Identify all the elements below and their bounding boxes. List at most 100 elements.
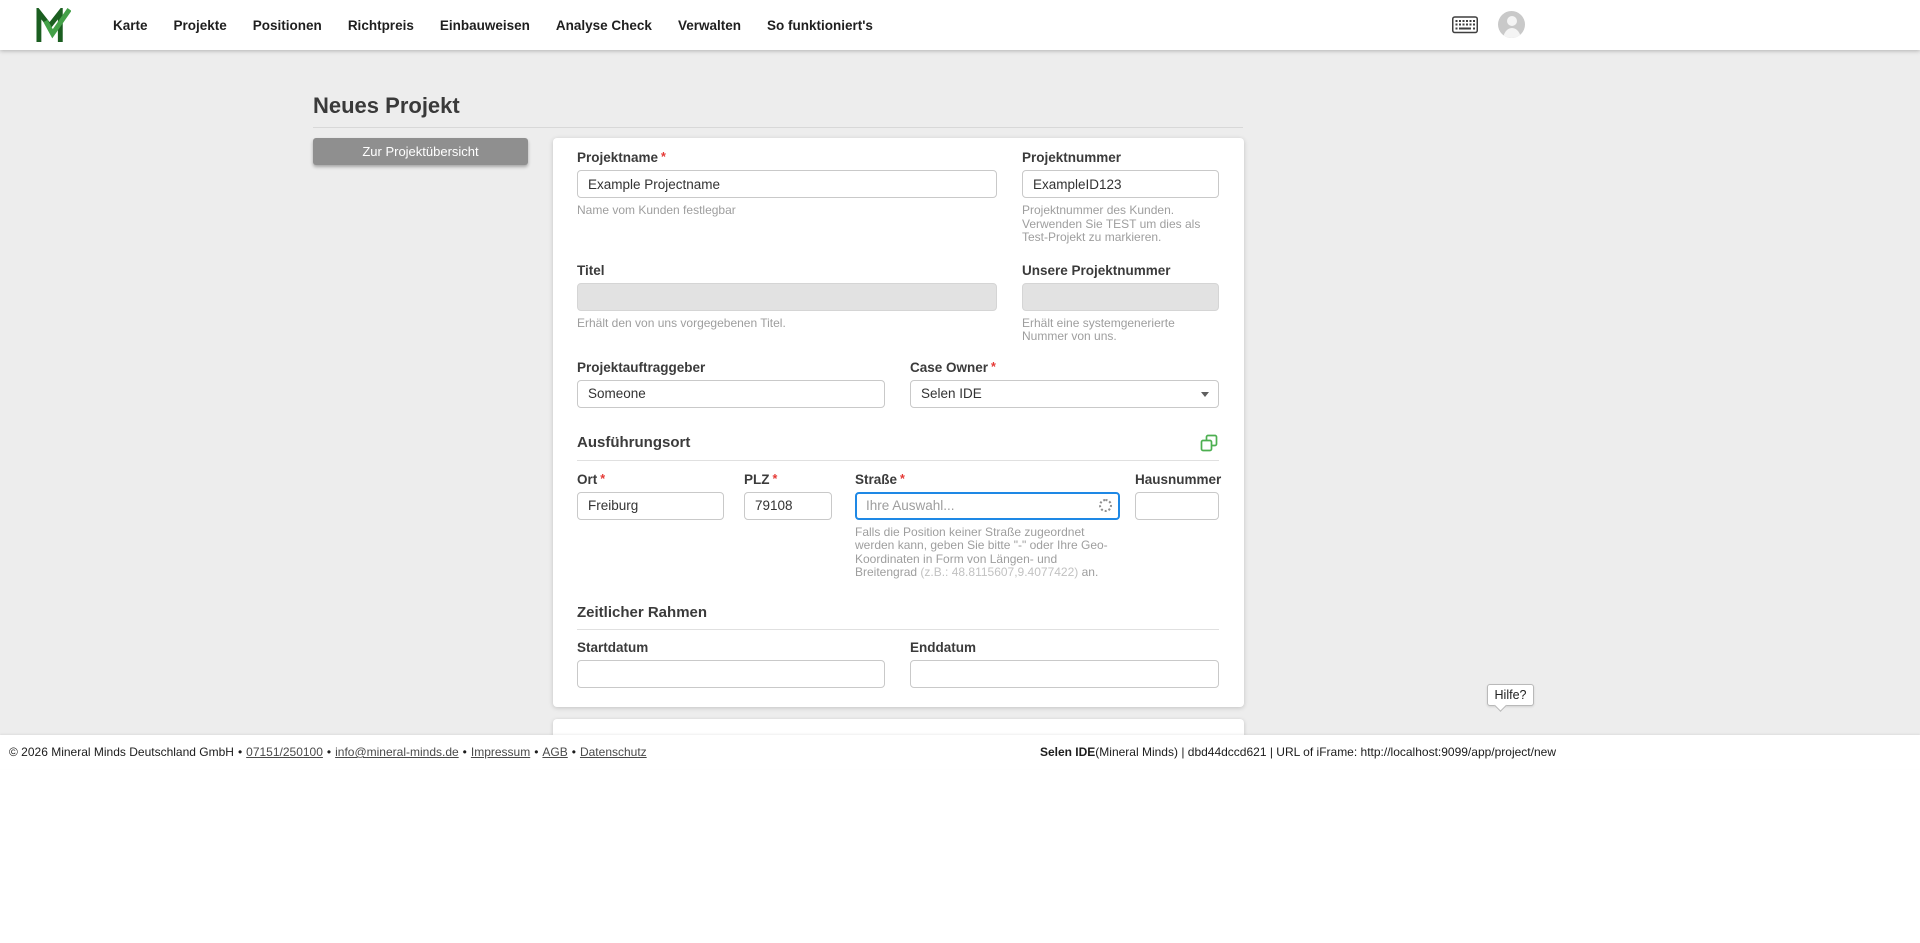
plz-input[interactable] [744,492,832,520]
field-projektname: Projektname* Name vom Kunden festlegbar [577,150,997,245]
nav-item-karte[interactable]: Karte [113,18,148,33]
page-title: Neues Projekt [313,93,460,119]
strasse-input[interactable] [855,492,1120,520]
keyboard-icon[interactable] [1452,16,1478,34]
field-plz: PLZ* [744,472,832,580]
required-asterisk: * [773,472,778,486]
footer-session-info: (Mineral Minds) | dbd44dccd621 | URL of … [1095,745,1556,759]
nav-item-einbauweisen[interactable]: Einbauweisen [440,18,530,33]
required-asterisk: * [900,472,905,486]
field-unsere-projektnummer: Unsere Projektnummer Erhält eine systemg… [1022,263,1219,344]
titel-input [577,283,997,311]
footer-separator: • [463,745,467,759]
footer-link-07151-250100[interactable]: 07151/250100 [246,745,323,759]
field-enddatum: Enddatum [910,640,1219,688]
required-asterisk: * [991,360,996,374]
projektname-input[interactable] [577,170,997,198]
field-ort: Ort* [577,472,724,580]
field-projektauftraggeber: Projektauftraggeber [577,360,885,408]
startdatum-input[interactable] [577,660,885,688]
hausnummer-label: Hausnummer [1135,472,1219,488]
form-row-3: Projektauftraggeber Case Owner* Selen ID… [577,360,1219,408]
strasse-label: Straße [855,472,897,487]
field-strasse: Straße* Falls die Position keiner Straße… [855,472,1120,580]
footer-link-info-mineral-minds-de[interactable]: info@mineral-minds.de [335,745,459,759]
strasse-helper-suffix: an. [1078,565,1098,579]
footer-user: Selen IDE [1040,745,1095,759]
plz-label: PLZ [744,472,770,487]
ort-label: Ort [577,472,597,487]
title-divider [313,127,1243,128]
app-screen: Karte Projekte Positionen Richtpreis Einbauw… [0,0,1920,943]
projektauftraggeber-input[interactable] [577,380,885,408]
required-asterisk: * [661,150,666,164]
form-row-2: Titel Erhält den von uns vorgegebenen Ti… [577,263,1219,344]
nav-item-richtpreis[interactable]: Richtpreis [348,18,414,33]
footer-separator: • [327,745,331,759]
new-project-form-card: Projektname* Name vom Kunden festlegbar … [553,138,1244,707]
ausfuehrungsort-heading: Ausführungsort [577,434,690,452]
content-area: Neues Projekt Zur Projektübersicht Proje… [0,50,1920,735]
nav-item-so-funktioniert-s[interactable]: So funktioniert's [767,18,873,33]
section-divider [577,629,1219,630]
case-owner-select[interactable]: Selen IDE [910,380,1219,408]
nav-item-verwalten[interactable]: Verwalten [678,18,741,33]
zeitlicher-rahmen-heading: Zeitlicher Rahmen [577,604,707,622]
nav-item-analyse-check[interactable]: Analyse Check [556,18,652,33]
projektnummer-input[interactable] [1022,170,1219,198]
strasse-helper-example: (z.B.: 48.8115607,9.4077422) [920,565,1078,579]
footer-link-impressum[interactable]: Impressum [471,745,530,759]
hausnummer-input[interactable] [1135,492,1219,520]
avatar-head [1507,16,1517,26]
projektnummer-helper: Projektnummer des Kunden. Verwenden Sie … [1022,204,1219,245]
footer-bar: © 2026 Mineral Minds Deutschland GmbH • 07… [0,735,1920,769]
strasse-helper: Falls die Position keiner Straße zugeord… [855,526,1120,580]
mineral-minds-logo-icon[interactable] [36,8,71,42]
copy-address-icon[interactable] [1199,433,1219,453]
projektname-label: Projektname [577,150,658,165]
case-owner-label: Case Owner [910,360,988,375]
form-row-5: Startdatum Enddatum [577,640,1219,688]
loading-spinner-icon [1099,499,1112,512]
strasse-input-wrap [855,492,1120,520]
back-to-project-overview-button[interactable]: Zur Projektübersicht [313,138,528,165]
ort-input[interactable] [577,492,724,520]
chevron-down-icon [1201,392,1209,397]
titel-label: Titel [577,263,997,279]
field-hausnummer: Hausnummer [1135,472,1219,580]
footer-copyright: © 2026 Mineral Minds Deutschland GmbH [9,745,234,759]
field-projektnummer: Projektnummer Projektnummer des Kunden. … [1022,150,1219,245]
case-owner-selected-value: Selen IDE [921,386,982,401]
unsere-projektnummer-input [1022,283,1219,311]
enddatum-label: Enddatum [910,640,1219,656]
titel-helper: Erhält den von uns vorgegebenen Titel. [577,317,997,331]
nav-item-positionen[interactable]: Positionen [253,18,322,33]
projektname-helper: Name vom Kunden festlegbar [577,204,997,218]
section-header-ausfuehrungsort: Ausführungsort [577,433,1219,453]
footer-link-datenschutz[interactable]: Datenschutz [580,745,647,759]
field-case-owner: Case Owner* Selen IDE [910,360,1219,408]
enddatum-input[interactable] [910,660,1219,688]
form-row-1: Projektname* Name vom Kunden festlegbar … [577,150,1219,245]
unsere-projektnummer-helper: Erhält eine systemgenerierte Nummer von … [1022,317,1219,344]
unsere-projektnummer-label: Unsere Projektnummer [1022,263,1219,279]
startdatum-label: Startdatum [577,640,885,656]
section-divider [577,460,1219,461]
avatar-torso [1503,28,1521,38]
footer-link-agb[interactable]: AGB [542,745,567,759]
nav-links: Karte Projekte Positionen Richtpreis Einbauw… [113,0,873,50]
user-avatar-icon[interactable] [1498,11,1525,38]
nav-item-projekte[interactable]: Projekte [174,18,227,33]
form-row-4: Ort* PLZ* Straße* Falls die Position kei… [577,472,1219,580]
footer-separator: • [572,745,576,759]
field-startdatum: Startdatum [577,640,885,688]
footer-separator: • [534,745,538,759]
section-header-zeitlicher-rahmen: Zeitlicher Rahmen [577,604,1219,622]
projektnummer-label: Projektnummer [1022,150,1219,166]
required-asterisk: * [600,472,605,486]
footer-right: Selen IDE (Mineral Minds) | dbd44dccd621… [1040,735,1556,769]
projektauftraggeber-label: Projektauftraggeber [577,360,885,376]
next-section-card-partial [553,719,1244,735]
top-navbar: Karte Projekte Positionen Richtpreis Einbauw… [0,0,1920,50]
help-button[interactable]: Hilfe? [1487,684,1534,706]
